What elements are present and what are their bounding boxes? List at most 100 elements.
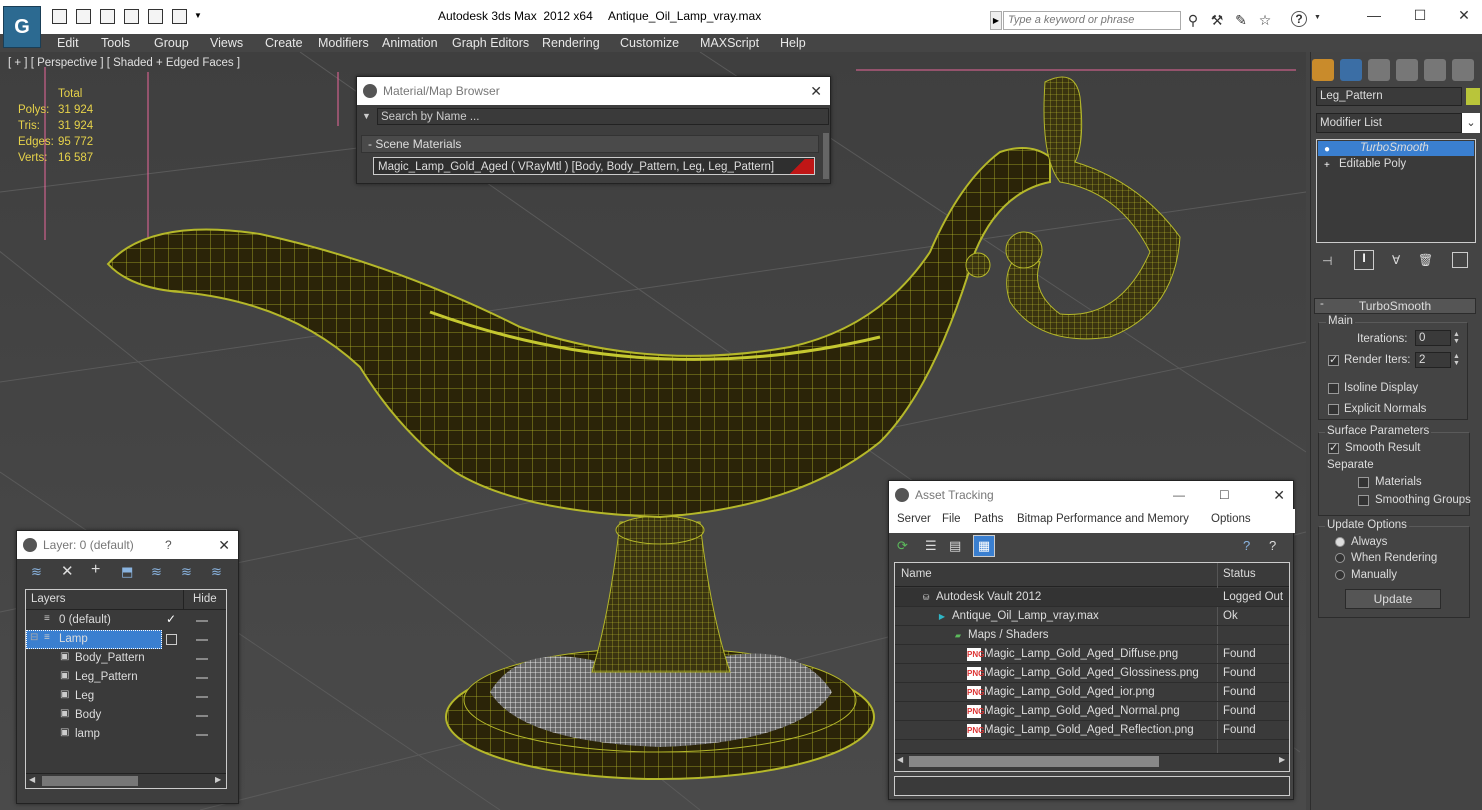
new-layer-icon[interactable]: ≋ (31, 564, 42, 580)
close-icon[interactable]: ✕ (218, 531, 230, 559)
scroll-left-icon[interactable]: ◀ (29, 775, 35, 784)
details-view-icon[interactable]: ▤ (949, 538, 961, 554)
display-tab-icon[interactable] (1424, 59, 1446, 81)
chevron-down-icon[interactable]: ⌄ (1462, 113, 1480, 133)
options-dropdown-icon[interactable]: ▼ (362, 111, 371, 121)
scroll-left-icon[interactable]: ◀ (897, 755, 903, 764)
isoline-checkbox[interactable] (1328, 383, 1339, 394)
horizontal-scrollbar[interactable] (895, 753, 1289, 769)
asset-menu-server[interactable]: Server (897, 513, 931, 525)
current-layer-check-icon[interactable]: ✓ (166, 612, 176, 626)
menu-graph-editors[interactable]: Graph Editors (452, 34, 529, 52)
object-color-swatch[interactable] (1466, 88, 1480, 105)
save-icon[interactable] (76, 9, 91, 24)
redo-icon[interactable] (124, 9, 139, 24)
asset-menu-bitmap[interactable]: Bitmap Performance and Memory (1017, 513, 1189, 525)
pin-stack-icon[interactable]: ⊣ (1322, 254, 1332, 268)
asset-path-field[interactable] (894, 776, 1290, 796)
menu-help[interactable]: Help (780, 34, 806, 52)
freeze-all-icon[interactable]: ≋ (211, 564, 222, 580)
always-radio[interactable] (1335, 537, 1345, 547)
asset-row[interactable]: PNG Magic_Lamp_Gold_Aged_ior.png Found (895, 683, 1289, 702)
maximize-icon[interactable]: ☐ (1219, 481, 1230, 509)
hierarchy-tab-icon[interactable] (1368, 59, 1390, 81)
asset-menu-paths[interactable]: Paths (974, 513, 1003, 525)
menu-views[interactable]: Views (210, 34, 243, 52)
refresh-icon[interactable]: ⟳ (897, 538, 908, 554)
col-layers[interactable]: Layers (31, 593, 66, 605)
add-to-layer-icon[interactable]: + (91, 561, 100, 579)
help-icon[interactable]: ? (1243, 538, 1250, 553)
close-icon[interactable]: ✕ (1273, 481, 1285, 509)
help-icon[interactable]: ? (1291, 11, 1307, 27)
binoculars-icon[interactable]: ⚲ (1184, 11, 1202, 29)
smooth-result-checkbox[interactable] (1328, 443, 1339, 454)
hide-toggle-icon[interactable] (196, 715, 208, 717)
asset-row[interactable]: PNG Magic_Lamp_Gold_Aged_Normal.png Found (895, 702, 1289, 721)
help-button[interactable]: ? (165, 531, 172, 559)
menu-customize[interactable]: Customize (620, 34, 679, 52)
set-current-box-icon[interactable] (166, 634, 177, 645)
lightbulb-icon[interactable]: ● (1324, 144, 1330, 155)
layer-dialog-titlebar[interactable]: Layer: 0 (default)? ✕ (17, 531, 238, 559)
select-objects-icon[interactable]: ⬒ (121, 564, 133, 580)
close-icon[interactable]: ✕ (810, 77, 822, 105)
vault-help-icon[interactable]: ? (1269, 538, 1276, 553)
menu-create[interactable]: Create (265, 34, 303, 52)
hide-toggle-icon[interactable] (196, 734, 208, 736)
scroll-right-icon[interactable]: ▶ (1279, 755, 1285, 764)
layer-row[interactable]: ▣ Leg (26, 687, 226, 706)
manually-radio[interactable] (1335, 570, 1345, 580)
object-name-field[interactable]: Leg_Pattern (1316, 87, 1462, 106)
material-search-input[interactable]: Search by Name ... (377, 108, 829, 125)
project-icon[interactable] (148, 9, 163, 24)
table-view-icon[interactable]: ▦ (973, 535, 995, 557)
collapse-minus-icon[interactable]: - (1320, 298, 1324, 310)
expand-plus-icon[interactable]: + (1324, 160, 1330, 171)
render-iters-spinner[interactable]: 2 (1415, 352, 1451, 368)
quick-access-dropdown-icon[interactable]: ▼ (194, 11, 202, 20)
subscription-icon[interactable]: ⚒ (1208, 11, 1226, 29)
asset-row[interactable]: ▶ Antique_Oil_Lamp_vray.max Ok (895, 607, 1289, 626)
undo-icon[interactable] (100, 9, 115, 24)
asset-row[interactable]: ▰ Maps / Shaders (895, 626, 1289, 645)
highlight-layer-icon[interactable]: ≋ (151, 564, 162, 580)
layer-row[interactable]: ▣ Body_Pattern (26, 649, 226, 668)
scroll-right-icon[interactable]: ▶ (215, 775, 221, 784)
iterations-spinner[interactable]: 0 (1415, 330, 1451, 346)
asset-menu-options[interactable]: Options (1211, 513, 1251, 525)
hide-all-icon[interactable]: ≋ (181, 564, 192, 580)
collapse-icon[interactable]: ⊟ (30, 632, 38, 643)
asset-row[interactable]: PNG Magic_Lamp_Gold_Aged_Diffuse.png Found (895, 645, 1289, 664)
stack-item-turbosmooth[interactable]: ● TurboSmooth (1318, 141, 1474, 156)
scrollbar[interactable] (823, 133, 829, 179)
when-rendering-radio[interactable] (1335, 553, 1345, 563)
app-logo-icon[interactable]: G (3, 6, 41, 48)
menu-tools[interactable]: Tools (101, 34, 130, 52)
modify-tab-icon[interactable] (1340, 59, 1362, 81)
col-status[interactable]: Status (1223, 568, 1256, 580)
close-icon[interactable]: ✕ (1444, 4, 1482, 26)
menu-maxscript[interactable]: MAXScript (700, 34, 759, 52)
remove-modifier-icon[interactable]: 🗑 (1418, 253, 1433, 267)
search-expand-icon[interactable]: ▶ (990, 11, 1002, 30)
stack-item-editable-poly[interactable]: + Editable Poly (1318, 157, 1474, 172)
update-button[interactable]: Update (1345, 589, 1441, 609)
help-search-input[interactable]: Type a keyword or phrase (1003, 11, 1181, 30)
layer-row[interactable]: ≡ ⊟ Lamp (26, 630, 226, 649)
turbosmooth-rollout-header[interactable]: TurboSmooth (1314, 298, 1476, 314)
smoothing-groups-checkbox[interactable] (1358, 495, 1369, 506)
col-hide[interactable]: Hide (193, 593, 217, 605)
list-view-icon[interactable]: ☰ (925, 538, 937, 554)
col-name[interactable]: Name (901, 568, 932, 580)
hide-toggle-icon[interactable] (196, 620, 208, 622)
communication-icon[interactable]: ✎ (1232, 11, 1250, 29)
utilities-tab-icon[interactable] (1452, 59, 1474, 81)
show-end-result-icon[interactable]: I (1354, 250, 1374, 270)
make-unique-icon[interactable]: ∀ (1392, 253, 1400, 267)
layer-row[interactable]: ▣ lamp (26, 725, 226, 744)
viewport-label[interactable]: [ + ] [ Perspective ] [ Shaded + Edged F… (8, 57, 240, 69)
layer-row[interactable]: ≡ 0 (default) ✓ (26, 611, 226, 630)
hide-toggle-icon[interactable] (196, 677, 208, 679)
maximize-icon[interactable]: ☐ (1400, 4, 1440, 26)
